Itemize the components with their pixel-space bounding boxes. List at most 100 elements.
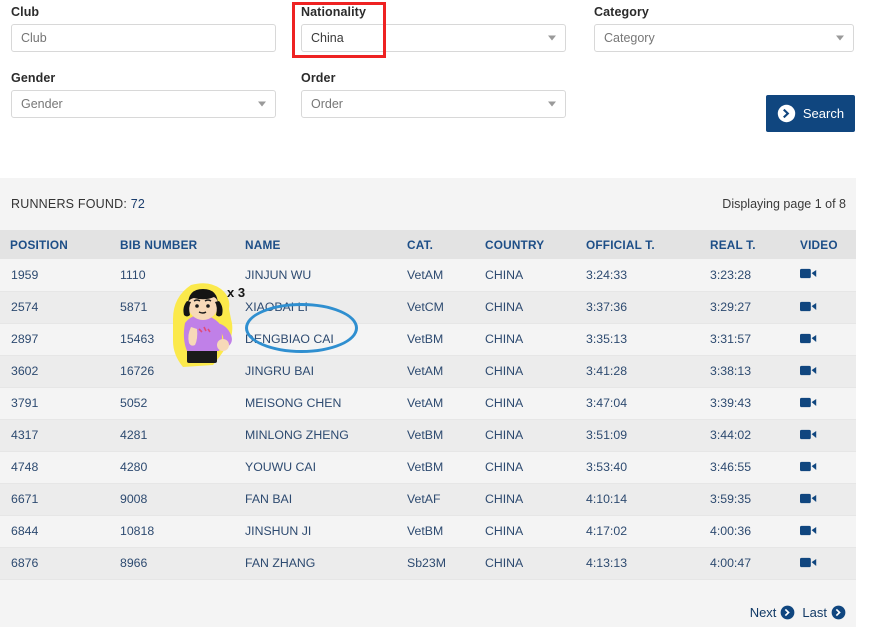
last-page-link[interactable]: Last (802, 605, 846, 620)
name-cell: MINLONG ZHENG (235, 419, 397, 452)
country-cell: CHINA (475, 259, 576, 292)
name-cell: JINGRU BAI (235, 355, 397, 388)
chevron-down-icon (548, 35, 556, 41)
country-cell: CHINA (475, 483, 576, 516)
cat-cell: VetAM (397, 259, 475, 292)
col-bib-number[interactable]: BIB NUMBER (110, 230, 235, 259)
col-official-t[interactable]: OFFICIAL T. (576, 230, 700, 259)
chevron-down-icon (836, 35, 844, 41)
position-cell: 6844 (0, 515, 110, 548)
video-cell[interactable] (790, 483, 856, 516)
runners-found-label: RUNNERS FOUND: (11, 197, 127, 211)
search-button-label: Search (802, 106, 845, 121)
next-page-label: Next (749, 605, 777, 620)
gender-label: Gender (11, 71, 56, 85)
col-video[interactable]: VIDEO (790, 230, 856, 259)
search-button[interactable]: Search (766, 95, 855, 132)
table-row[interactable]: 3791 5052 MEISONG CHEN VetAM CHINA 3:47:04 3:3… (0, 387, 856, 420)
real-time-cell: 3:31:57 (700, 323, 790, 356)
real-time-cell: 4:00:36 (700, 515, 790, 548)
table-row[interactable]: 4317 4281 MINLONG ZHENG VetBM CHINA 3:51:09 3:… (0, 419, 856, 452)
cartoon-girl-sticker: x 3 (173, 283, 245, 367)
table-row[interactable]: 1959 1110 JINJUN WU VetAM CHINA 3:24:33 3:23:2… (0, 259, 856, 292)
table-row[interactable]: 6876 8966 FAN ZHANG Sb23M CHINA 4:13:13 4:00:4… (0, 547, 856, 580)
video-icon[interactable] (800, 267, 817, 280)
col-name[interactable]: NAME (235, 230, 397, 259)
bib-number-cell: 4281 (110, 419, 235, 452)
chevron-down-icon (258, 101, 266, 107)
category-select[interactable]: Category (594, 24, 854, 52)
col-cat[interactable]: CAT. (397, 230, 475, 259)
video-cell[interactable] (790, 547, 856, 580)
real-time-cell: 4:00:47 (700, 547, 790, 580)
video-cell[interactable] (790, 419, 856, 452)
sticker-badge-text: x 3 (227, 285, 245, 300)
bib-number-cell: 8966 (110, 547, 235, 580)
table-row[interactable]: 6671 9008 FAN BAI VetAF CHINA 4:10:14 3:59:35 (0, 483, 856, 516)
video-icon[interactable] (800, 492, 817, 505)
bib-number-cell: 4280 (110, 451, 235, 484)
position-cell: 2574 (0, 291, 110, 324)
col-position[interactable]: POSITION (0, 230, 110, 259)
category-label: Category (594, 5, 649, 19)
real-time-cell: 3:59:35 (700, 483, 790, 516)
position-cell: 2897 (0, 323, 110, 356)
video-icon[interactable] (800, 524, 817, 537)
nationality-label: Nationality (301, 5, 366, 19)
cat-cell: VetCM (397, 291, 475, 324)
col-real-t[interactable]: REAL T. (700, 230, 790, 259)
circle-arrow-right-icon (777, 104, 796, 123)
video-icon[interactable] (800, 364, 817, 377)
position-cell: 3602 (0, 355, 110, 388)
table-header-row: POSITION BIB NUMBER NAME CAT. COUNTRY OF… (0, 230, 856, 259)
official-time-cell: 3:37:36 (576, 291, 700, 324)
results-table: POSITION BIB NUMBER NAME CAT. COUNTRY OF… (0, 230, 856, 580)
cat-cell: VetBM (397, 451, 475, 484)
table-row[interactable]: 2897 15463 DENGBIAO CAI VetBM CHINA 3:35:13 3:… (0, 323, 856, 356)
video-icon[interactable] (800, 460, 817, 473)
search-form: Club Nationality China Category Category… (0, 0, 871, 165)
table-row[interactable]: 3602 16726 JINGRU BAI VetAM CHINA 3:41:28 3:38… (0, 355, 856, 388)
club-input[interactable] (11, 24, 276, 52)
video-cell[interactable] (790, 291, 856, 324)
video-icon[interactable] (800, 332, 817, 345)
video-icon[interactable] (800, 556, 817, 569)
position-cell: 1959 (0, 259, 110, 292)
position-cell: 4748 (0, 451, 110, 484)
real-time-cell: 3:29:27 (700, 291, 790, 324)
table-row[interactable]: 2574 5871 XIAOBAI LI VetCM CHINA 3:37:36 3:29:… (0, 291, 856, 324)
video-cell[interactable] (790, 515, 856, 548)
col-country[interactable]: COUNTRY (475, 230, 576, 259)
next-page-link[interactable]: Next (750, 605, 796, 620)
video-cell[interactable] (790, 355, 856, 388)
name-cell: XIAOBAI LI (235, 291, 397, 324)
runners-found-count: 72 (130, 197, 145, 211)
cat-cell: VetBM (397, 515, 475, 548)
official-time-cell: 3:35:13 (576, 323, 700, 356)
order-select[interactable]: Order (301, 90, 566, 118)
video-icon[interactable] (800, 428, 817, 441)
video-cell[interactable] (790, 451, 856, 484)
video-icon[interactable] (800, 396, 817, 409)
official-time-cell: 3:51:09 (576, 419, 700, 452)
video-cell[interactable] (790, 323, 856, 356)
name-cell: FAN ZHANG (235, 547, 397, 580)
gender-select[interactable]: Gender (11, 90, 276, 118)
position-cell: 3791 (0, 387, 110, 420)
real-time-cell: 3:44:02 (700, 419, 790, 452)
nationality-select[interactable]: China (301, 24, 566, 52)
table-row[interactable]: 4748 4280 YOUWU CAI VetBM CHINA 3:53:40 3:46:5… (0, 451, 856, 484)
video-icon[interactable] (800, 300, 817, 313)
country-cell: CHINA (475, 387, 576, 420)
country-cell: CHINA (475, 547, 576, 580)
video-cell[interactable] (790, 259, 856, 292)
official-time-cell: 3:53:40 (576, 451, 700, 484)
video-cell[interactable] (790, 387, 856, 420)
cat-cell: VetAF (397, 483, 475, 516)
table-row[interactable]: 6844 10818 JINSHUN JI VetBM CHINA 4:17:02 4:00… (0, 515, 856, 548)
country-cell: CHINA (475, 451, 576, 484)
gender-value: Gender (21, 97, 63, 111)
cat-cell: VetAM (397, 387, 475, 420)
name-cell: FAN BAI (235, 483, 397, 516)
cat-cell: VetAM (397, 355, 475, 388)
